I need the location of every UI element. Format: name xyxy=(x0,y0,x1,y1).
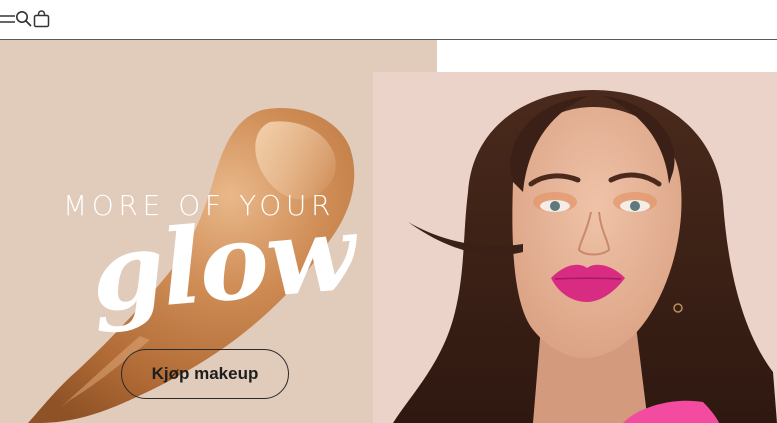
cart-button[interactable] xyxy=(32,9,52,29)
page: MORE OF YOUR glow Kjøp makeup xyxy=(0,0,777,423)
site-header xyxy=(0,0,777,40)
shopping-bag-icon xyxy=(33,10,50,28)
search-icon xyxy=(16,11,32,27)
search-button[interactable] xyxy=(14,9,34,29)
shop-makeup-button[interactable]: Kjøp makeup xyxy=(121,349,289,399)
hero-headline: glow xyxy=(86,190,359,336)
model-photo-panel[interactable] xyxy=(373,72,777,423)
model-portrait-image xyxy=(393,90,777,423)
